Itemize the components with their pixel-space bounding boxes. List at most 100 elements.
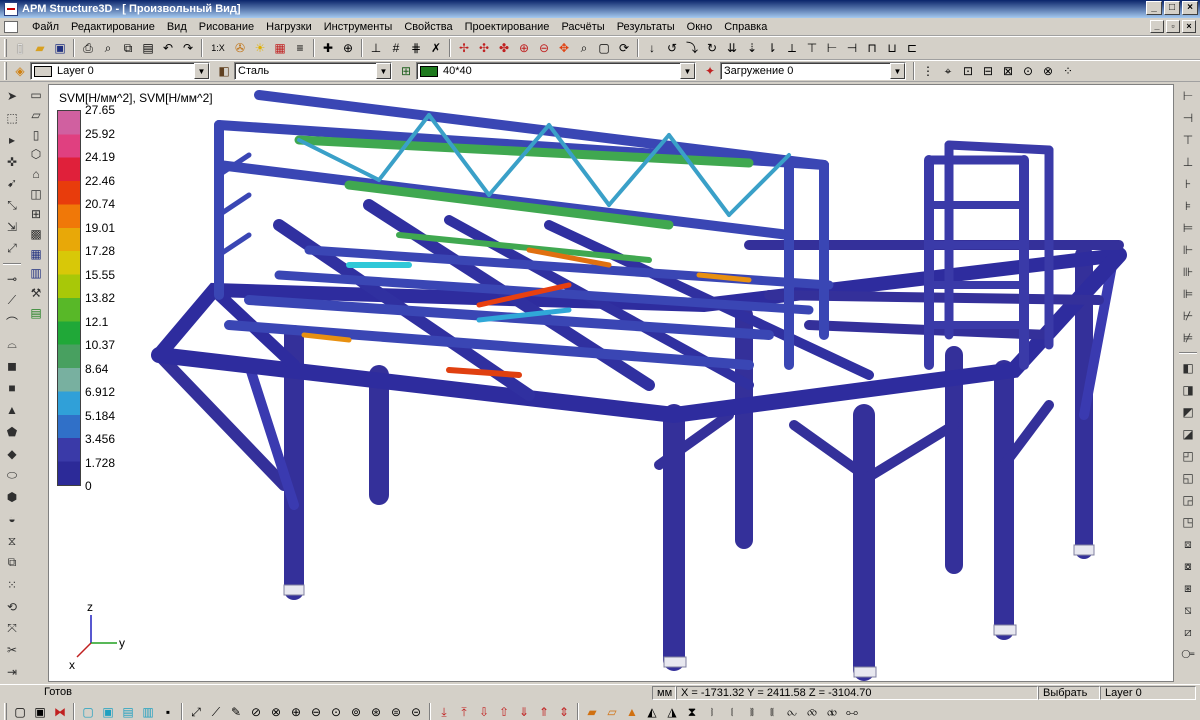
select-arrow-icon[interactable]: ➤ (2, 86, 22, 106)
right-tool-19-icon[interactable]: ◲ (1178, 490, 1198, 510)
pan-icon[interactable]: ✥ (554, 38, 574, 58)
right-tool-4-icon[interactable]: ⊥ (1178, 152, 1198, 172)
right-tool-24-icon[interactable]: ⧅ (1178, 600, 1198, 620)
document-icon[interactable] (4, 20, 18, 33)
curve-icon[interactable]: ⤵ (682, 38, 702, 58)
square-icon[interactable]: ■ (2, 378, 22, 398)
bottom-tool-17-icon[interactable]: ⊚ (346, 702, 366, 720)
chevron-down-icon[interactable]: ▼ (376, 63, 391, 79)
thickness-icon[interactable]: ⟂ (782, 38, 802, 58)
copy-tool-icon[interactable]: ⧉ (2, 553, 22, 573)
beam-icon[interactable]: ⊣ (842, 38, 862, 58)
right-tool-2-icon[interactable]: ⊣ (1178, 108, 1198, 128)
open-folder-icon[interactable]: ▰ (30, 38, 50, 58)
view-side-icon[interactable]: ▯ (26, 126, 46, 144)
material-icon[interactable]: ◧ (214, 61, 234, 81)
menu-window[interactable]: Окно (681, 18, 719, 36)
copy-icon[interactable]: ⧉ (118, 38, 138, 58)
node-tool-icon[interactable]: ⊸ (2, 269, 22, 289)
bottom-tool-30-icon[interactable]: ▲ (622, 702, 642, 720)
right-tool-21-icon[interactable]: ⧈ (1178, 534, 1198, 554)
bottom-tool-8-icon[interactable]: ▪ (158, 702, 178, 720)
chevron-down-icon[interactable]: ▼ (680, 63, 695, 79)
right-tool-17-icon[interactable]: ◰ (1178, 446, 1198, 466)
orbit-icon[interactable]: ⊕ (338, 38, 358, 58)
save-icon[interactable]: ▣ (50, 38, 70, 58)
bottom-tool-14-icon[interactable]: ⊕ (286, 702, 306, 720)
fillet-icon[interactable]: ⌓ (2, 334, 22, 354)
paste-icon[interactable]: ▤ (138, 38, 158, 58)
hammer-icon[interactable]: ⚒ (26, 284, 46, 302)
render-icon[interactable]: ▦ (270, 38, 290, 58)
right-tool-8-icon[interactable]: ⊩ (1178, 240, 1198, 260)
right-tool-7-icon[interactable]: ⊨ (1178, 218, 1198, 238)
spring-icon[interactable]: ⇂ (762, 38, 782, 58)
snap-center-icon[interactable]: ⊙ (1018, 61, 1038, 81)
release-icon[interactable]: ⊤ (802, 38, 822, 58)
select-plate-icon[interactable]: ⤡ (2, 195, 22, 215)
right-tool-11-icon[interactable]: ⊬ (1178, 306, 1198, 326)
support-icon[interactable]: ✢ (454, 38, 474, 58)
select-cross-icon[interactable]: ▸ (2, 130, 22, 150)
bottom-tool-26-icon[interactable]: ⇑ (534, 702, 554, 720)
bottom-tool-19-icon[interactable]: ⊜ (386, 702, 406, 720)
lines-icon[interactable]: ≡ (290, 38, 310, 58)
bottom-tool-11-icon[interactable]: ✎ (226, 702, 246, 720)
right-tool-3-icon[interactable]: ⊤ (1178, 130, 1198, 150)
view-shade-icon[interactable]: ▩ (26, 225, 46, 243)
bottom-tool-1-icon[interactable]: ▢ (10, 702, 30, 720)
bottom-tool-40-icon[interactable]: ⧞ (822, 702, 842, 720)
bottom-tool-22-icon[interactable]: ⤒ (454, 702, 474, 720)
bottom-tool-12-icon[interactable]: ⊘ (246, 702, 266, 720)
rotate-tool-icon[interactable]: ⟲ (2, 597, 22, 617)
frame-icon[interactable]: ⋕ (406, 38, 426, 58)
zoom-out-icon[interactable]: ⊖ (534, 38, 554, 58)
right-tool-14-icon[interactable]: ◨ (1178, 380, 1198, 400)
scale-button[interactable]: 1:X (206, 38, 230, 58)
print-icon[interactable]: ⎙ (78, 38, 98, 58)
section-select[interactable]: 40*40 ▼ (416, 62, 696, 80)
right-tool-5-icon[interactable]: ⊦ (1178, 174, 1198, 194)
material-select[interactable]: Сталь ▼ (234, 62, 392, 80)
view-house-icon[interactable]: ⌂ (26, 165, 46, 183)
snap-perp-icon[interactable]: ⊠ (998, 61, 1018, 81)
bottom-tool-13-icon[interactable]: ⊗ (266, 702, 286, 720)
redo-icon[interactable]: ↷ (178, 38, 198, 58)
menu-properties[interactable]: Свойства (398, 18, 458, 36)
bottom-tool-18-icon[interactable]: ⊛ (366, 702, 386, 720)
bottom-tool-28-icon[interactable]: ▰ (582, 702, 602, 720)
delete-icon[interactable]: ✗ (426, 38, 446, 58)
calc-icon[interactable]: ▦ (26, 245, 46, 263)
menu-edit[interactable]: Редактирование (65, 18, 161, 36)
menu-view[interactable]: Вид (161, 18, 193, 36)
bottom-tool-21-icon[interactable]: ⤓ (434, 702, 454, 720)
bottom-tool-38-icon[interactable]: ⧜ (782, 702, 802, 720)
bar-tool-icon[interactable]: ⟋ (2, 291, 22, 311)
maximize-button[interactable]: □ (1164, 1, 1180, 15)
plate-tool-icon[interactable]: ◼ (2, 356, 22, 376)
bottom-tool-41-icon[interactable]: ⧟ (842, 702, 862, 720)
view-persp-icon[interactable]: ◫ (26, 185, 46, 203)
polygon-icon[interactable]: ⬟ (2, 422, 22, 442)
bottom-tool-24-icon[interactable]: ⇧ (494, 702, 514, 720)
bottom-tool-6-icon[interactable]: ▤ (118, 702, 138, 720)
right-tool-18-icon[interactable]: ◱ (1178, 468, 1198, 488)
right-tool-13-icon[interactable]: ◧ (1178, 358, 1198, 378)
right-tool-22-icon[interactable]: ⧇ (1178, 556, 1198, 576)
chevron-down-icon[interactable]: ▼ (194, 63, 209, 79)
bottom-tool-20-icon[interactable]: ⊝ (406, 702, 426, 720)
right-tool-26-icon[interactable]: ⧃ (1178, 644, 1198, 664)
grid-icon[interactable]: # (386, 38, 406, 58)
zoom-in-icon[interactable]: ⊕ (514, 38, 534, 58)
moment-icon[interactable]: ↻ (702, 38, 722, 58)
right-tool-10-icon[interactable]: ⊫ (1178, 284, 1198, 304)
menu-file[interactable]: Файл (26, 18, 65, 36)
bottom-tool-23-icon[interactable]: ⇩ (474, 702, 494, 720)
3d-viewport[interactable]: z y x SVM[Н/мм^2], SVM[Н/мм^2] 27.65 25.… (48, 84, 1174, 682)
revolve-icon[interactable]: ◒ (2, 509, 22, 529)
right-tool-23-icon[interactable]: ⧆ (1178, 578, 1198, 598)
temperature-icon[interactable]: ⇣ (742, 38, 762, 58)
bottom-tool-35-icon[interactable]: ⧙ (722, 702, 742, 720)
bottom-tool-5-icon[interactable]: ▣ (98, 702, 118, 720)
print-preview-icon[interactable]: ⌕ (98, 38, 118, 58)
